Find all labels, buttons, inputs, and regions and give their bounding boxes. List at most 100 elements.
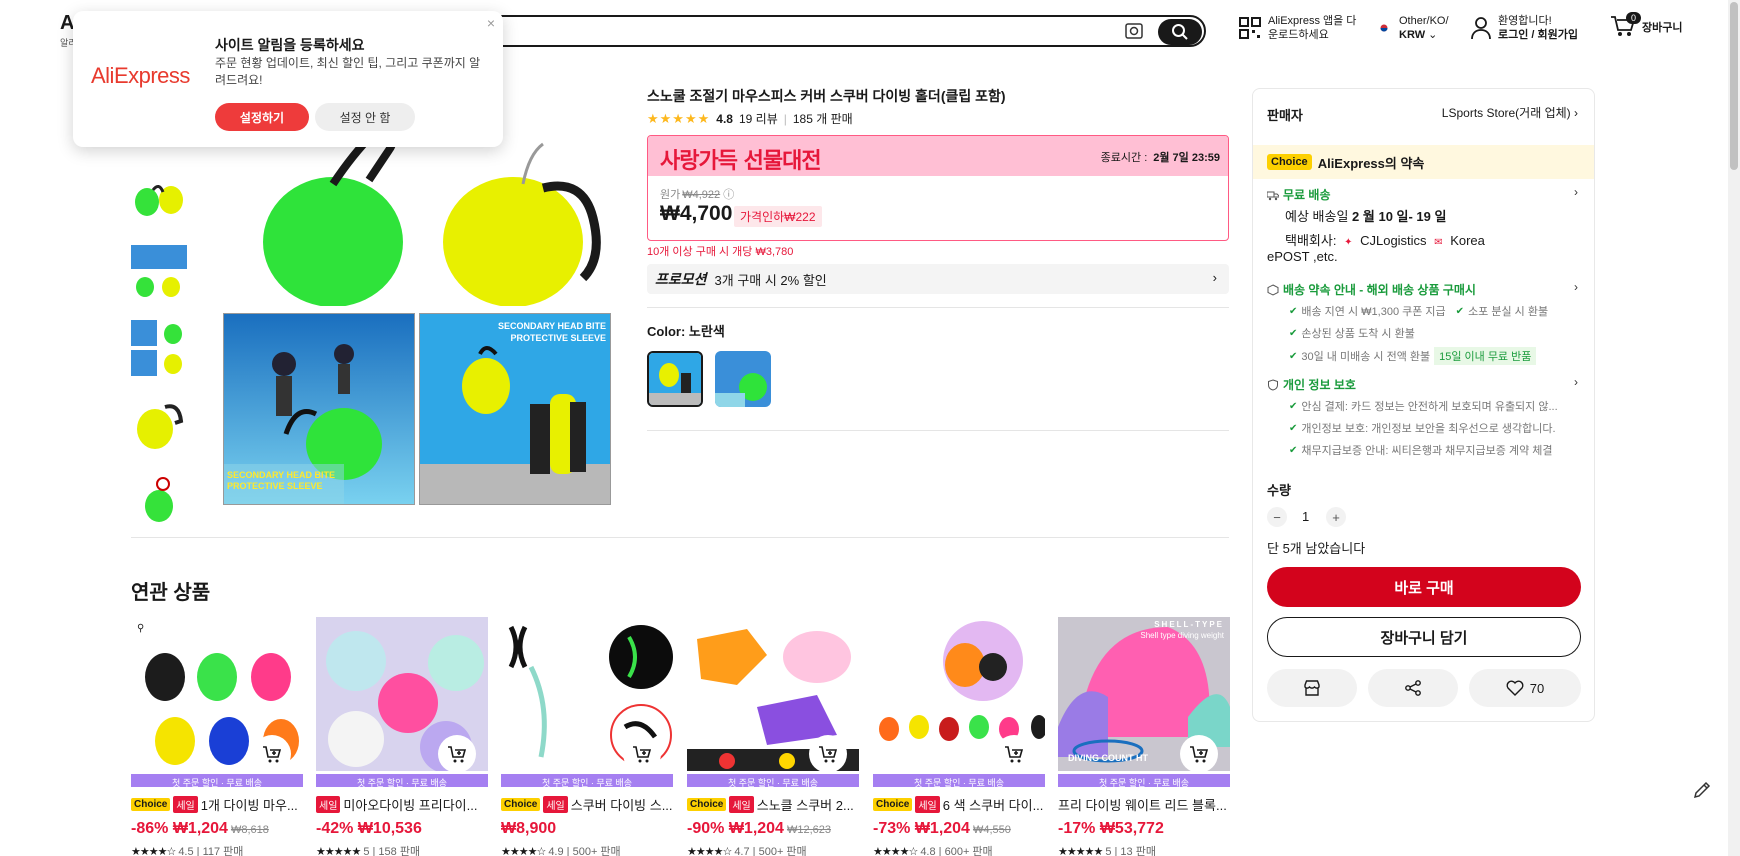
sale-event-name: 사랑가득 선물대전 <box>660 148 822 174</box>
promo-banner: 첫 주문 할인 · 무료 배송 <box>873 774 1045 787</box>
info-icon[interactable]: ⓘ <box>723 189 734 201</box>
add-to-cart-icon[interactable] <box>1180 735 1218 773</box>
product-image-pool[interactable]: SECONDARY HEAD BITE PROTECTIVE SLEEVE <box>419 313 611 505</box>
rating-stars: ★★★★★ <box>647 110 711 126</box>
product-card[interactable]: 첫 주문 할인 · 무료 배송 Choice 세일 6 색 스쿠버 다이... -7… <box>873 617 1045 856</box>
sold-count: 13 판매 <box>1120 846 1156 856</box>
thumbnail[interactable] <box>131 393 187 453</box>
korea-flag-icon <box>1375 21 1393 35</box>
promotion-row[interactable]: 프로모션 3개 구매 시 2% 할인 › <box>647 264 1229 294</box>
add-to-cart-button[interactable]: 장바구니 담기 <box>1267 617 1581 657</box>
discount-pct: -86% <box>131 820 169 837</box>
buy-now-button[interactable]: 바로 구매 <box>1267 567 1581 607</box>
product-name-text: 1개 다이빙 마우... <box>200 798 298 813</box>
allow-notifications-button[interactable]: 설정하기 <box>215 103 309 131</box>
thumbnail[interactable] <box>131 318 187 378</box>
rating-value: 4.9 <box>548 846 564 856</box>
delivery-eta: 예상 배송일 2 월 10 일- 19 일 <box>1285 206 1446 225</box>
store-icon <box>1304 680 1320 696</box>
rating-stars: ★★★★★ <box>316 846 361 856</box>
scrollbar[interactable] <box>1728 0 1740 856</box>
app-download[interactable]: AliExpress 앱을 다 운로드하세요 <box>1238 14 1356 42</box>
check-icon: ✔ <box>1289 422 1298 434</box>
thumbnail[interactable] <box>131 468 187 528</box>
sale-badge: 세일 <box>729 796 754 813</box>
scrollbar-thumb[interactable] <box>1730 2 1738 170</box>
store-button[interactable] <box>1267 669 1357 707</box>
store-link[interactable]: LSports Store(거래 업체) › <box>1442 104 1578 121</box>
rating-row[interactable]: ★★★★★ 4.8 19 리뷰 | 185 개 판매 <box>647 110 853 127</box>
product-card-image: 첫 주문 할인 · 무료 배송 <box>687 617 859 787</box>
orig-price: ₩4,550 <box>972 824 1011 836</box>
privacy-text: 채무지급보증 안내: 씨티은행과 채무지급보증 계약 체결 <box>1301 445 1553 457</box>
color-swatch-green[interactable] <box>715 351 771 407</box>
search-button[interactable] <box>1158 19 1202 45</box>
greeting: 환영합니다! <box>1498 15 1552 27</box>
thumbnail[interactable] <box>131 243 187 303</box>
guarantee-item: ✔ 손상된 상품 도착 시 환불 <box>1289 325 1415 341</box>
account-menu[interactable]: 환영합니다! 로그인 / 회원가입 <box>1470 14 1578 42</box>
quantity-decrease-button[interactable]: − <box>1267 507 1287 527</box>
cart-link[interactable]: 0 장바구니 <box>1610 12 1682 42</box>
product-card[interactable]: 첫 주문 할인 · 무료 배송 Choice 세일 스쿠버 다이빙 스... ₩8,… <box>501 617 673 856</box>
share-button[interactable] <box>1368 669 1458 707</box>
deny-notifications-button[interactable]: 설정 안 함 <box>315 103 415 131</box>
orig-price: ₩12,623 <box>786 824 831 836</box>
product-card[interactable]: SHELL-TYPE Shell type diving weight DIVI… <box>1058 617 1230 856</box>
caption-line: SECONDARY HEAD BITE <box>227 470 336 480</box>
search-bar[interactable] <box>470 15 1206 47</box>
region-selector[interactable]: Other/KO/KRW ⌄ <box>1375 14 1449 42</box>
delivery-guarantee-title[interactable]: 배송 약속 안내 - 해외 배송 상품 구매시 <box>1267 281 1476 298</box>
discount-tag: 가격인하₩222 <box>734 206 822 227</box>
add-to-cart-icon[interactable] <box>623 735 661 773</box>
add-to-cart-icon[interactable] <box>995 735 1033 773</box>
sale-badge: 세일 <box>173 796 198 813</box>
korea-post-icon: ✉ <box>1434 237 1443 248</box>
free-shipping-label: 무료 배송 <box>1283 188 1331 202</box>
check-icon: ✔ <box>1289 350 1298 362</box>
promo-banner: 첫 주문 할인 · 무료 배송 <box>131 774 303 787</box>
close-icon[interactable]: × <box>487 15 495 31</box>
product-card[interactable]: ⚲ 첫 주문 할인 · 무료 배송 Choice 세일 1개 다이빙 마우... -… <box>131 617 303 856</box>
cj-logo-icon: ✦ <box>1344 237 1353 248</box>
free-shipping-title[interactable]: 무료 배송 <box>1266 186 1331 203</box>
color-swatch-yellow[interactable] <box>647 351 703 407</box>
login-link[interactable]: 로그인 / 회원가입 <box>1498 29 1578 41</box>
privacy-title[interactable]: 개인 정보 보호 <box>1267 376 1356 393</box>
add-to-cart-icon[interactable] <box>253 735 291 773</box>
wishlist-button[interactable]: 70 <box>1469 669 1581 707</box>
shell-type-line: DIVING COUNT <box>1068 753 1134 763</box>
product-card-meta: ★★★★☆ 4.5 | 117 판매 <box>131 846 244 856</box>
feedback-edit-icon[interactable] <box>1690 778 1714 802</box>
product-card-name: Choice 세일 스쿠버 다이빙 스... <box>501 795 673 814</box>
product-name-text: 스노클 스쿠버 2... <box>756 798 854 813</box>
product-card-image: 첫 주문 할인 · 무료 배송 <box>501 617 673 787</box>
chevron-right-icon[interactable]: › <box>1574 375 1578 389</box>
rating-stars: ★★★★☆ <box>131 846 176 856</box>
sold-count: 117 판매 <box>202 846 244 856</box>
quantity-value[interactable]: 1 <box>1302 509 1309 524</box>
camera-search-icon[interactable] <box>1124 22 1144 40</box>
product-card-name: 프리 다이빙 웨이트 리드 블록... <box>1058 795 1230 814</box>
product-name-text: 프리 다이빙 웨이트 리드 블록... <box>1058 798 1227 813</box>
product-name-text: 6 색 스쿠버 다이... <box>942 798 1044 813</box>
thumbnail[interactable] <box>131 168 187 228</box>
shell-type-text: SHELL-TYPE Shell type diving weight <box>1140 619 1224 641</box>
product-card-meta: ★★★★☆ 4.9 | 500+ 판매 <box>501 846 621 856</box>
product-image-underwater[interactable]: SECONDARY HEAD BITE PROTECTIVE SLEEVE <box>223 313 415 505</box>
promotion-label: 프로모션 <box>655 271 707 287</box>
purchase-panel: 판매자 LSports Store(거래 업체) › Choice AliExp… <box>1252 88 1595 722</box>
carrier-row: 택배회사: ✦ CJLogistics ✉ Korea <box>1285 230 1485 249</box>
privacy-item: ✔ 개인정보 보호: 개인정보 보안을 최우선으로 생각합니다. <box>1289 420 1556 436</box>
product-card-price: -73% ₩1,204 ₩4,550 <box>873 820 1045 838</box>
review-count[interactable]: 19 리뷰 <box>739 110 778 127</box>
chevron-right-icon[interactable]: › <box>1574 185 1578 199</box>
product-card[interactable]: 첫 주문 할인 · 무료 배송 Choice 세일 스노클 스쿠버 2... -90… <box>687 617 859 856</box>
product-card[interactable]: 첫 주문 할인 · 무료 배송 세일 미아오다이빙 프리다이... -42% ₩1… <box>316 617 488 856</box>
choice-badge: Choice <box>131 798 171 811</box>
chevron-right-icon[interactable]: › <box>1574 280 1578 294</box>
add-to-cart-icon[interactable] <box>809 735 847 773</box>
region-line: Other/KO/ <box>1399 15 1449 27</box>
add-to-cart-icon[interactable] <box>438 735 476 773</box>
quantity-increase-button[interactable]: + <box>1326 507 1346 527</box>
